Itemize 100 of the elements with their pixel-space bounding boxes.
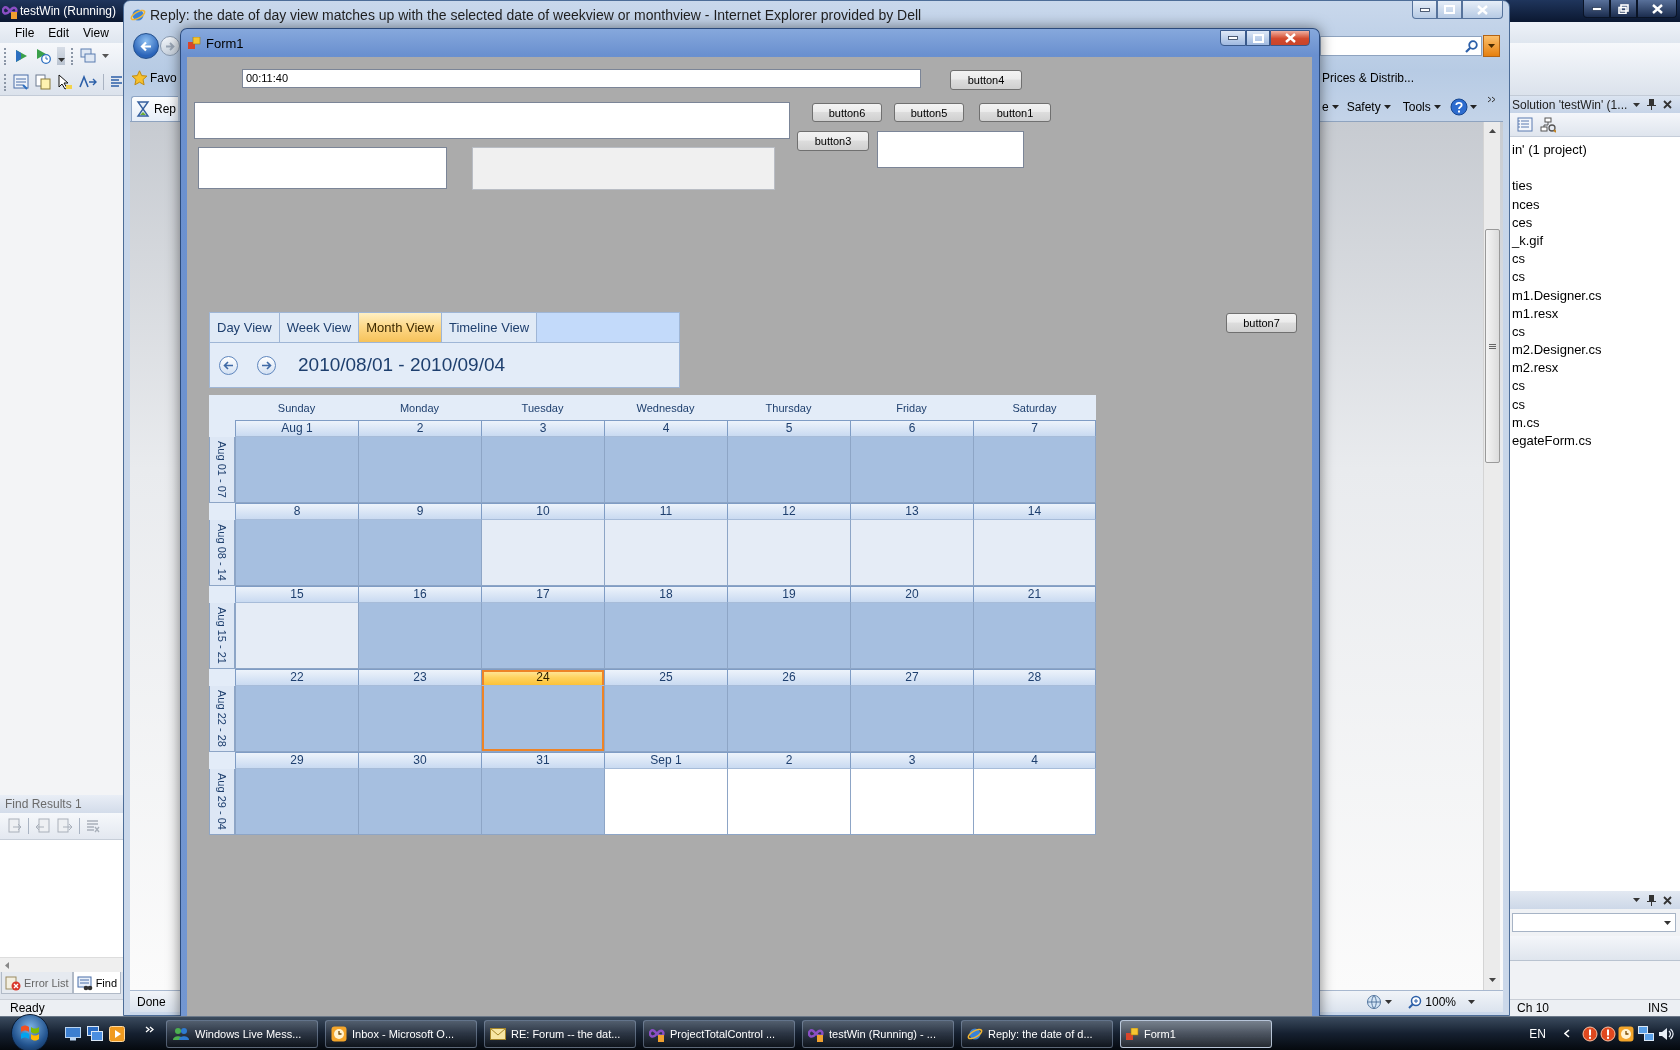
day-cell[interactable] [481,686,604,752]
search-options-button[interactable] [1483,35,1500,57]
view-tab[interactable]: Timeline View [441,313,538,342]
zone-button[interactable] [1366,993,1393,1010]
pin-icon[interactable] [1647,99,1656,110]
tree-item[interactable]: cs [1510,322,1525,342]
tree-item[interactable]: m1.resx [1510,304,1559,323]
scroll-down-icon[interactable] [1488,978,1496,982]
day-cell[interactable] [358,686,481,752]
day-cell[interactable] [358,437,481,503]
dropdown-field[interactable] [1512,913,1676,932]
properties-icon[interactable] [1517,117,1533,132]
push-button[interactable]: button6 [812,103,882,122]
tree-item[interactable]: cs [1510,377,1525,396]
tree-item[interactable]: cs [1510,250,1525,269]
day-cell[interactable] [973,686,1096,752]
tree-item[interactable]: nces [1510,195,1540,214]
close-button[interactable] [1637,0,1677,18]
day-cell[interactable] [973,520,1096,586]
page-back-icon[interactable] [35,818,51,834]
scroll-left-icon[interactable] [5,961,9,969]
windows-icon[interactable] [87,1026,103,1041]
view-tab[interactable]: Week View [279,313,360,342]
day-cell[interactable] [235,437,358,503]
tree-item[interactable]: m1.Designer.cs [1510,286,1602,305]
favorite-link[interactable]: Prices & Distrib... [1322,71,1414,85]
maximize-button[interactable] [1246,30,1270,46]
day-cell[interactable] [481,603,604,669]
tree-item[interactable]: m2.resx [1510,359,1559,378]
restore-button[interactable] [1610,0,1637,18]
star-icon[interactable] [131,70,148,86]
close-icon[interactable] [1663,895,1672,905]
day-cell[interactable] [358,769,481,835]
text-field[interactable] [194,102,790,139]
clock-icon[interactable] [1618,1025,1634,1042]
day-cell[interactable] [850,603,973,669]
tree-item[interactable]: cs [1510,395,1525,414]
menu-button[interactable]: Tools [1402,100,1441,114]
caret-icon[interactable] [1633,102,1640,107]
day-cell[interactable] [973,603,1096,669]
tree-item[interactable]: m2.Designer.cs [1510,341,1602,360]
day-cell[interactable] [727,603,850,669]
day-cell[interactable] [850,686,973,752]
close-icon[interactable] [1663,100,1672,109]
text-field[interactable]: 00:11:40 [242,69,921,88]
speaker-icon[interactable] [1658,1025,1674,1042]
day-cell[interactable] [358,520,481,586]
view-tab[interactable]: Month View [359,313,442,342]
taskbar-button[interactable]: RE: Forum -- the dat... [484,1019,636,1048]
tree-item[interactable]: ties [1510,177,1533,196]
network-icon[interactable] [1638,1025,1654,1042]
taskbar-button[interactable]: ProjectTotalControl ... [643,1019,795,1048]
day-cell[interactable] [604,437,727,503]
language-label[interactable]: EN [1529,1026,1546,1041]
menu-item[interactable]: File [8,25,42,40]
desktop-icon[interactable] [65,1026,81,1041]
day-cell[interactable] [604,520,727,586]
tree-item[interactable]: in' (1 project) [1510,141,1587,160]
push-button[interactable]: button7 [1226,313,1297,333]
left-chevron-icon[interactable] [1564,1029,1570,1038]
menu-button[interactable]: Safety [1346,100,1391,114]
day-cell[interactable] [358,603,481,669]
page-forward-icon[interactable] [57,818,73,834]
maximize-button[interactable] [1437,1,1462,19]
tree-item[interactable]: ces [1510,213,1533,232]
tree-item[interactable]: _k.gif [1510,231,1544,251]
caret-icon[interactable] [57,58,65,62]
taskbar-button[interactable]: testWin (Running) - ... [802,1019,954,1048]
menu-item[interactable]: Edit [41,25,77,40]
next-button[interactable] [257,355,276,375]
tree-item[interactable]: m.cs [1510,413,1540,432]
documents-icon[interactable] [35,74,51,90]
search-field[interactable] [1320,36,1482,56]
menu-button[interactable]: e [1322,100,1339,114]
day-cell[interactable] [604,603,727,669]
taskbar-button[interactable]: Inbox - Microsoft O... [325,1019,477,1048]
day-cell[interactable] [973,437,1096,503]
push-button[interactable]: button4 [950,70,1022,90]
previous-button[interactable] [219,355,238,375]
alert-icon[interactable] [1582,1025,1598,1042]
help-menu-button[interactable] [1449,98,1477,116]
play-icon[interactable] [109,1025,125,1042]
back-button[interactable] [133,33,159,59]
zoom-button[interactable]: 100% [1408,994,1456,1009]
day-cell[interactable] [850,520,973,586]
taskbar-button[interactable]: Reply: the date of d... [961,1019,1113,1048]
scrollbar[interactable] [1483,122,1500,990]
panel-tab[interactable]: Error List [1,972,73,994]
double-chevron-icon[interactable] [1486,96,1496,103]
browser-tab[interactable]: Rep [131,96,178,121]
view-tab[interactable]: Day View [210,313,280,342]
play-clock-icon[interactable] [35,48,51,64]
caret-icon[interactable] [102,54,109,58]
day-cell[interactable] [727,686,850,752]
taskbar-button[interactable]: Windows Live Mess... [166,1019,318,1048]
text-field[interactable] [877,131,1024,168]
day-cell[interactable] [727,769,850,835]
scroll-up-icon[interactable] [1488,129,1496,133]
minimize-button[interactable] [1220,30,1246,46]
nodes-icon[interactable] [1540,116,1556,133]
